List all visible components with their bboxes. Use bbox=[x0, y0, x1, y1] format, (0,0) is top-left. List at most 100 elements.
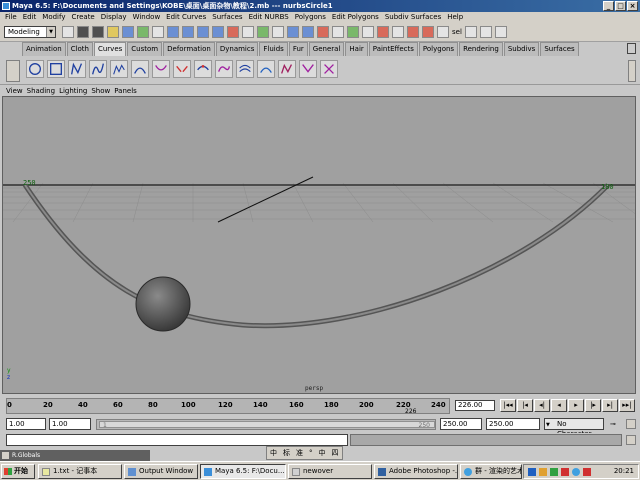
tab-fluids[interactable]: Fluids bbox=[259, 42, 288, 56]
fillet-curve-icon[interactable] bbox=[299, 60, 317, 78]
reverse-curve-icon[interactable] bbox=[257, 60, 275, 78]
taskbar-newover[interactable]: newover bbox=[288, 464, 372, 479]
network-icon[interactable] bbox=[528, 468, 536, 476]
playback-end-field[interactable]: 250.00 bbox=[440, 418, 482, 430]
tab-rendering[interactable]: Rendering bbox=[459, 42, 503, 56]
select-rendering-icon[interactable] bbox=[242, 26, 254, 38]
tab-painteffects[interactable]: PaintEffects bbox=[368, 42, 418, 56]
nurbs-circle-icon[interactable] bbox=[26, 60, 44, 78]
lock-selection-icon[interactable] bbox=[272, 26, 284, 38]
menu-create[interactable]: Create bbox=[68, 12, 97, 23]
input-line-icon[interactable] bbox=[437, 26, 449, 38]
menu-help[interactable]: Help bbox=[444, 12, 466, 23]
time-slider-track[interactable]: 0 20 40 60 80 100 120 140 160 180 200 22… bbox=[6, 398, 450, 415]
open-scene-icon[interactable] bbox=[77, 26, 89, 38]
close-button[interactable]: × bbox=[627, 1, 638, 11]
step-back-frame-button[interactable]: ◂| bbox=[534, 399, 550, 412]
script-editor-icon[interactable] bbox=[626, 435, 636, 445]
step-back-key-button[interactable]: |◂ bbox=[517, 399, 533, 412]
select-deform-icon[interactable] bbox=[212, 26, 224, 38]
history-icon[interactable] bbox=[362, 26, 374, 38]
menu-file[interactable]: File bbox=[2, 12, 20, 23]
snap-point-icon[interactable] bbox=[317, 26, 329, 38]
menu-edit-curves[interactable]: Edit Curves bbox=[163, 12, 209, 23]
render-icon[interactable] bbox=[392, 26, 404, 38]
save-scene-icon[interactable] bbox=[92, 26, 104, 38]
panel-menu-show[interactable]: Show bbox=[89, 86, 112, 96]
insert-knot-icon[interactable] bbox=[194, 60, 212, 78]
mode-selector[interactable]: Modeling ▼ bbox=[4, 26, 56, 38]
menu-edit-nurbs[interactable]: Edit NURBS bbox=[246, 12, 292, 23]
show-attribute-editor-icon[interactable] bbox=[479, 26, 492, 38]
range-slider-bar[interactable]: 1 250 bbox=[99, 421, 435, 429]
range-slider-track[interactable]: 1 250 bbox=[96, 419, 436, 430]
scene-canvas[interactable]: 250 180 bbox=[3, 97, 636, 394]
new-scene-icon[interactable] bbox=[62, 26, 74, 38]
taskbar-qq-group[interactable]: 群 - 渲染的艺术 bbox=[460, 464, 522, 479]
show-channel-box-icon[interactable] bbox=[464, 26, 477, 38]
taskbar-maya[interactable]: Maya 6.5: F:\Docu... bbox=[200, 464, 286, 479]
current-time-field[interactable]: 226.00 bbox=[455, 400, 495, 411]
tab-animation[interactable]: Animation bbox=[22, 42, 66, 56]
panel-menu-lighting[interactable]: Lighting bbox=[57, 86, 89, 96]
menu-edit-polygons[interactable]: Edit Polygons bbox=[329, 12, 382, 23]
animation-preferences-icon[interactable] bbox=[626, 419, 636, 429]
render-view-icon[interactable] bbox=[377, 26, 389, 38]
go-to-end-button[interactable]: ▸▸| bbox=[619, 399, 635, 412]
play-forwards-button[interactable]: ▸ bbox=[568, 399, 584, 412]
minimize-button[interactable]: _ bbox=[603, 1, 614, 11]
tab-surfaces[interactable]: Surfaces bbox=[540, 42, 579, 56]
kingsoft-icon[interactable] bbox=[583, 468, 591, 476]
start-button[interactable]: 开始 bbox=[1, 464, 35, 479]
tab-cloth[interactable]: Cloth bbox=[66, 42, 93, 56]
menu-polygons[interactable]: Polygons bbox=[292, 12, 329, 23]
menu-subdiv-surfaces[interactable]: Subdiv Surfaces bbox=[382, 12, 444, 23]
nurbs-curve[interactable] bbox=[22, 183, 610, 329]
menu-window[interactable]: Window bbox=[130, 12, 164, 23]
tab-general[interactable]: General bbox=[308, 42, 345, 56]
trash-icon[interactable] bbox=[627, 43, 636, 54]
render-globals-minimized[interactable]: R.Globals bbox=[0, 450, 150, 461]
perspective-viewport[interactable]: 250 180 y z persp bbox=[2, 96, 636, 394]
select-curve-icon[interactable] bbox=[182, 26, 194, 38]
security-icon[interactable] bbox=[561, 468, 569, 476]
menu-display[interactable]: Display bbox=[98, 12, 130, 23]
select-component-icon[interactable] bbox=[137, 26, 149, 38]
rebuild-curve-icon[interactable] bbox=[278, 60, 296, 78]
ime-punct[interactable]: ° bbox=[306, 447, 316, 459]
ime-standard-2[interactable]: 准 bbox=[293, 447, 306, 459]
snap-view-plane-icon[interactable] bbox=[332, 26, 344, 38]
panel-menu-shading[interactable]: Shading bbox=[25, 86, 57, 96]
cv-curve-tool-icon[interactable] bbox=[68, 60, 86, 78]
tab-fur[interactable]: Fur bbox=[288, 42, 308, 56]
ime-standard-1[interactable]: 标 bbox=[280, 447, 293, 459]
show-tool-settings-icon[interactable] bbox=[494, 26, 507, 38]
panel-menu-panels[interactable]: Panels bbox=[112, 86, 139, 96]
step-forward-key-button[interactable]: ▸| bbox=[602, 399, 618, 412]
select-joint-icon[interactable] bbox=[167, 26, 179, 38]
offset-curve-icon[interactable] bbox=[236, 60, 254, 78]
shelf-scroll-arrows[interactable] bbox=[628, 60, 636, 82]
pencil-curve-tool-icon[interactable] bbox=[110, 60, 128, 78]
snap-grid-icon[interactable] bbox=[287, 26, 299, 38]
step-forward-frame-button[interactable]: |▸ bbox=[585, 399, 601, 412]
render-globals-icon[interactable] bbox=[422, 26, 434, 38]
cut-curve-icon[interactable] bbox=[320, 60, 338, 78]
end-time-field[interactable]: 250.00 bbox=[486, 418, 540, 430]
maya-app-icon[interactable] bbox=[2, 2, 10, 10]
tab-custom[interactable]: Custom bbox=[127, 42, 163, 56]
maximize-button[interactable]: □ bbox=[615, 1, 626, 11]
menu-surfaces[interactable]: Surfaces bbox=[209, 12, 245, 23]
sphere-ball[interactable] bbox=[135, 276, 191, 332]
ipr-render-icon[interactable] bbox=[407, 26, 419, 38]
nurbs-square-icon[interactable] bbox=[47, 60, 65, 78]
select-surface-icon[interactable] bbox=[197, 26, 209, 38]
auto-key-icon[interactable]: ⊸ bbox=[610, 420, 622, 429]
character-set-selector[interactable]: ▼ No Character Set bbox=[544, 418, 604, 448]
taskbar-photoshop[interactable]: Adobe Photoshop -... bbox=[374, 464, 458, 479]
tab-hair[interactable]: Hair bbox=[345, 42, 368, 56]
go-to-start-button[interactable]: |◂◂ bbox=[500, 399, 516, 412]
start-time-field[interactable]: 1.00 bbox=[6, 418, 46, 430]
tab-deformation[interactable]: Deformation bbox=[163, 42, 215, 56]
antivirus-icon[interactable] bbox=[550, 468, 558, 476]
